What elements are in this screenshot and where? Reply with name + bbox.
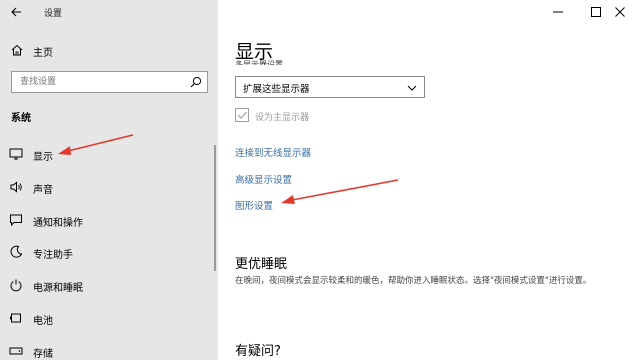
sidebar-item-label: 声音 <box>33 185 53 196</box>
moon-icon <box>10 245 23 258</box>
search-icon[interactable] <box>190 76 202 88</box>
back-button[interactable] <box>6 2 26 22</box>
minimize-icon <box>553 11 563 13</box>
minimize-button[interactable] <box>538 0 578 24</box>
sidebar-item-power-sleep[interactable]: 电源和睡眠 <box>0 274 214 296</box>
primary-display-checkbox[interactable] <box>235 108 249 122</box>
sidebar-item-display[interactable]: 显示 <box>0 143 214 165</box>
sidebar-item-label: 存储 <box>33 349 53 360</box>
sleep-description: 在晚间，夜间模式会显示较柔和的暖色，帮助你进入睡眠状态。选择"夜间模式设置"进行… <box>235 276 592 286</box>
link-wireless-display[interactable]: 连接到无线显示器 <box>235 145 311 159</box>
notification-icon <box>10 214 22 227</box>
section-heading-sleep: 更优睡眠 <box>235 257 288 272</box>
sidebar-scrollbar[interactable] <box>214 145 216 271</box>
multi-display-label: 多显示器设置 <box>235 60 283 65</box>
dropdown-value: 扩展这些显示器 <box>243 84 310 95</box>
sidebar: 设置 主页 系统 显示 声音 通知和操作 <box>0 0 218 360</box>
section-heading-question: 有疑问? <box>235 344 281 359</box>
sidebar-item-label: 专注助手 <box>33 250 73 261</box>
link-advanced-display[interactable]: 高级显示设置 <box>235 172 292 186</box>
sidebar-item-home[interactable]: 主页 <box>0 40 218 60</box>
monitor-icon <box>9 148 23 160</box>
sidebar-item-label: 主页 <box>33 48 53 59</box>
app-title: 设置 <box>44 9 63 19</box>
sidebar-item-sound[interactable]: 声音 <box>0 176 214 198</box>
section-title: 系统 <box>11 113 31 124</box>
sidebar-item-label: 电池 <box>33 316 53 327</box>
home-icon <box>11 44 23 56</box>
sidebar-item-focus-assist[interactable]: 专注助手 <box>0 241 214 263</box>
sidebar-item-battery[interactable]: 电池 <box>0 307 214 329</box>
battery-icon <box>10 313 21 323</box>
back-arrow-icon <box>11 7 21 17</box>
sidebar-item-label: 显示 <box>33 152 53 163</box>
storage-icon <box>9 347 23 355</box>
sidebar-item-storage[interactable]: 存储 <box>0 340 214 360</box>
link-graphics-settings[interactable]: 图形设置 <box>235 198 273 212</box>
checkbox-label: 设为主显示器 <box>255 113 310 123</box>
close-button[interactable] <box>600 0 640 24</box>
power-icon <box>10 279 22 292</box>
sidebar-item-label: 通知和操作 <box>33 218 83 229</box>
checkmark-icon <box>237 111 247 119</box>
speaker-icon <box>10 181 22 193</box>
search-input[interactable] <box>12 72 182 92</box>
sidebar-item-label: 电源和睡眠 <box>33 283 83 294</box>
search-box[interactable] <box>11 71 208 93</box>
multi-display-dropdown[interactable]: 扩展这些显示器 <box>235 76 425 98</box>
sidebar-item-notifications[interactable]: 通知和操作 <box>0 209 214 231</box>
close-icon <box>615 7 625 17</box>
chevron-down-icon <box>407 85 417 91</box>
